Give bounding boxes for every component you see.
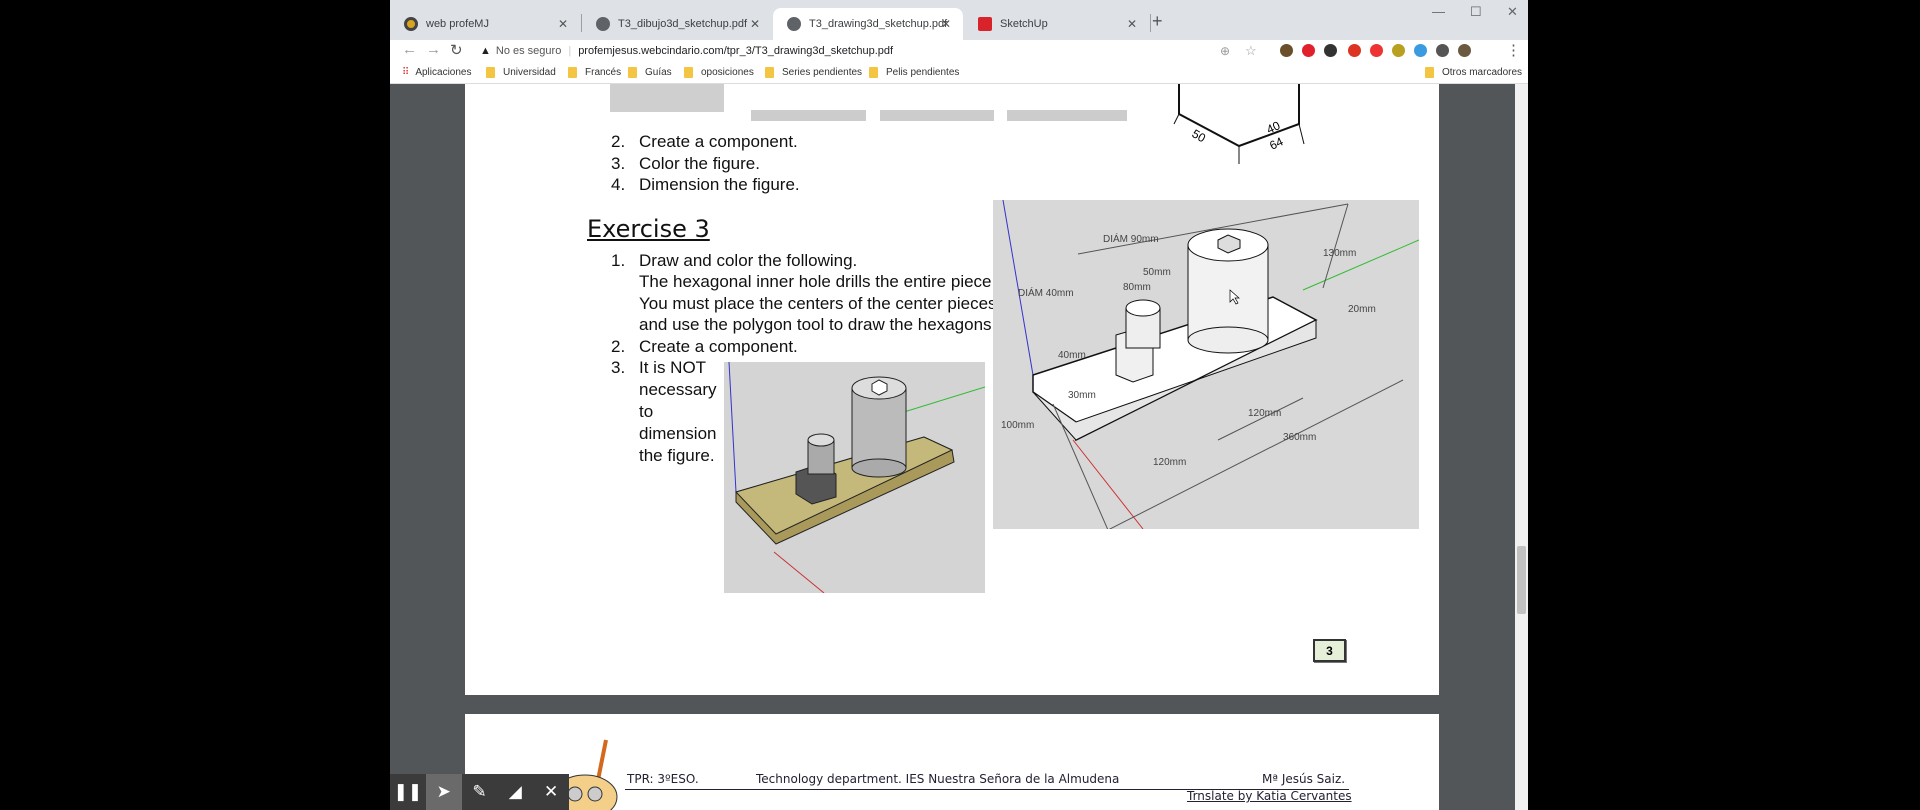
- previous-figure-thumbnail: [1007, 84, 1127, 121]
- folder-icon: [684, 67, 693, 78]
- pdf-page: 50 40 64 2. Create a component. 3. Color t…: [465, 84, 1439, 695]
- close-tab-icon[interactable]: ✕: [750, 17, 760, 31]
- zoom-icon[interactable]: ⊕: [1220, 44, 1230, 58]
- previous-figure-thumbnail: [751, 84, 866, 121]
- warning-icon: ▲: [480, 45, 491, 57]
- svg-text:130mm: 130mm: [1323, 248, 1356, 259]
- browser-window: web profeMJ ✕ T3_dibujo3d_sketchup.pdf ✕ T…: [390, 0, 1528, 810]
- pen-icon[interactable]: ✎: [462, 774, 498, 810]
- bookmark-folder[interactable]: Francés: [568, 67, 621, 78]
- other-bookmarks[interactable]: Otros marcadores: [1425, 67, 1522, 78]
- svg-text:40mm: 40mm: [1058, 350, 1086, 361]
- svg-text:30mm: 30mm: [1068, 390, 1096, 401]
- apps-icon: ⠿: [402, 67, 410, 78]
- bookmark-folder[interactable]: Guías: [628, 67, 672, 78]
- bookmark-apps[interactable]: ⠿ Aplicaciones: [402, 67, 471, 78]
- close-tab-icon[interactable]: ✕: [1127, 17, 1137, 31]
- forward-icon[interactable]: →: [426, 41, 441, 58]
- page-number-badge: 3: [1313, 639, 1346, 662]
- pen-extension-icon[interactable]: [1414, 44, 1427, 57]
- dimensioned-drawing: 50 40 64: [1173, 84, 1305, 164]
- address-bar: ← → ↻ ▲ No es seguro | profemjesus.webci…: [390, 40, 1528, 62]
- bookmark-folder[interactable]: oposiciones: [684, 67, 754, 78]
- extension-icon[interactable]: [1392, 44, 1405, 57]
- svg-text:360mm: 360mm: [1283, 432, 1316, 443]
- bookmarks-bar: ⠿ Aplicaciones Universidad Francés Guías …: [390, 62, 1528, 84]
- bookmark-folder[interactable]: Series pendientes: [765, 67, 862, 78]
- folder-icon: [628, 67, 637, 78]
- pdf-viewport: 50 40 64 2. Create a component. 3. Color t…: [390, 84, 1515, 810]
- tab-web-profemj[interactable]: web profeMJ ✕: [390, 8, 580, 40]
- previous-figure-thumbnail: [610, 84, 724, 112]
- annotation-toolbar: ❚❚ ➤ ✎ ◢ ✕: [390, 774, 569, 810]
- bookmark-folder[interactable]: Universidad: [486, 67, 556, 78]
- tab-dibujo3d[interactable]: T3_dibujo3d_sketchup.pdf ✕: [582, 8, 772, 40]
- avatar[interactable]: [1458, 44, 1471, 57]
- svg-text:100mm: 100mm: [1001, 420, 1034, 431]
- exercise-title: Exercise 3: [587, 215, 710, 243]
- profemj-icon: [404, 17, 418, 31]
- svg-text:50mm: 50mm: [1143, 267, 1171, 278]
- svg-text:DIÁM 40mm: DIÁM 40mm: [1018, 286, 1074, 299]
- close-tab-icon[interactable]: ✕: [941, 17, 951, 31]
- folder-icon: [869, 67, 878, 78]
- close-window-button[interactable]: ✕: [1507, 4, 1518, 20]
- folder-icon: [568, 67, 577, 78]
- svg-text:120mm: 120mm: [1153, 457, 1186, 468]
- svg-text:20mm: 20mm: [1348, 304, 1376, 315]
- sketchup-icon: [978, 17, 992, 31]
- pointer-icon[interactable]: ➤: [425, 774, 462, 810]
- pdf-page-next: TPR: 3ºESO. Technology department. IES N…: [465, 714, 1439, 810]
- shield-icon[interactable]: [1324, 44, 1337, 57]
- svg-text:50: 50: [1190, 126, 1209, 145]
- tab-strip: web profeMJ ✕ T3_dibujo3d_sketchup.pdf ✕ T…: [390, 0, 1528, 40]
- close-icon[interactable]: ✕: [533, 774, 569, 810]
- highlighter-icon[interactable]: ◢: [497, 774, 533, 810]
- svg-text:120mm: 120mm: [1248, 408, 1281, 419]
- new-tab-button[interactable]: +: [1152, 11, 1163, 32]
- puzzle-icon[interactable]: [1436, 44, 1449, 57]
- close-tab-icon[interactable]: ✕: [558, 17, 568, 31]
- tab-sketchup[interactable]: SketchUp ✕: [964, 8, 1149, 40]
- minimize-button[interactable]: —: [1432, 4, 1445, 19]
- folder-icon: [486, 67, 495, 78]
- extension-icon[interactable]: [1280, 44, 1293, 57]
- bookmark-folder[interactable]: Pelis pendientes: [869, 67, 959, 78]
- colored-model-image: [724, 362, 985, 593]
- svg-text:80mm: 80mm: [1123, 282, 1151, 293]
- reload-icon[interactable]: ↻: [450, 41, 463, 59]
- folder-icon: [1425, 67, 1434, 78]
- extension-icon[interactable]: [1370, 44, 1383, 57]
- svg-text:40: 40: [1264, 118, 1282, 136]
- adblock-icon[interactable]: [1348, 44, 1361, 57]
- opera-icon[interactable]: [1302, 44, 1315, 57]
- dimensioned-model-image: DIÁM 90mm 50mm 80mm DIÁM 40mm 130mm 20mm…: [993, 200, 1419, 529]
- globe-icon: [787, 17, 801, 31]
- svg-text:DIÁM 90mm: DIÁM 90mm: [1103, 232, 1159, 245]
- previous-figure-thumbnail: [880, 84, 994, 121]
- menu-icon[interactable]: ⋮: [1506, 41, 1521, 59]
- url-field[interactable]: ▲ No es seguro | profemjesus.webcindario…: [480, 41, 1260, 61]
- scrollbar[interactable]: [1515, 84, 1528, 810]
- folder-icon: [765, 67, 774, 78]
- back-icon[interactable]: ←: [402, 41, 417, 58]
- maximize-button[interactable]: ☐: [1470, 4, 1482, 20]
- star-icon[interactable]: ☆: [1245, 43, 1257, 59]
- svg-text:64: 64: [1267, 134, 1285, 152]
- globe-icon: [596, 17, 610, 31]
- pause-icon[interactable]: ❚❚: [390, 774, 426, 810]
- scrollbar-thumb[interactable]: [1517, 546, 1526, 614]
- tab-drawing3d[interactable]: T3_drawing3d_sketchup.pdf ✕: [773, 8, 963, 40]
